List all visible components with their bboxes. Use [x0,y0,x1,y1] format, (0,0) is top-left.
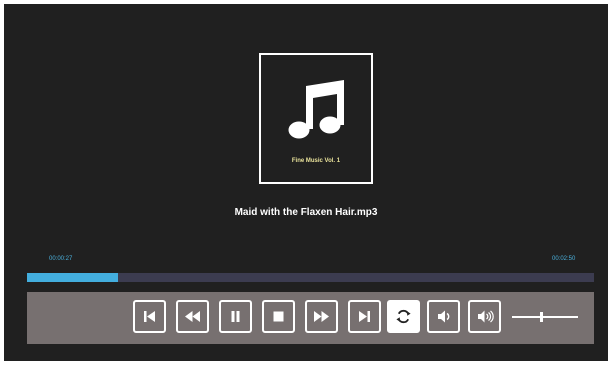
controls-bar [27,292,594,344]
rewind-icon [185,311,200,322]
volume-down-button[interactable] [427,300,460,333]
rewind-button[interactable] [176,300,209,333]
repeat-icon [396,309,411,324]
volume-up-button[interactable] [468,300,501,333]
volume-slider[interactable] [512,308,578,326]
time-total: 00:02:50 [552,256,576,262]
progress-bar[interactable] [27,273,594,282]
stop-button[interactable] [262,300,295,333]
pause-button[interactable] [219,300,252,333]
album-title: Fine Music Vol. 1 [291,158,341,164]
album-art: Fine Music Vol. 1 [259,53,373,184]
track-title: Maid with the Flaxen Hair.mp3 [234,207,378,218]
progress-fill [27,273,118,282]
volume-track [512,316,578,318]
pause-icon [231,311,240,322]
skip-previous-button[interactable] [133,300,166,333]
time-elapsed: 00:00:27 [49,256,73,262]
music-player: Fine Music Vol. 1 Maid with the Flaxen H… [4,4,608,361]
skip-next-button[interactable] [348,300,381,333]
stop-icon [273,311,284,322]
volume-thumb[interactable] [540,312,543,322]
volume-down-icon [438,310,450,323]
skip-previous-icon [144,311,155,322]
fast-forward-button[interactable] [305,300,338,333]
skip-next-icon [359,311,370,322]
volume-up-icon [478,310,494,323]
repeat-button[interactable] [387,300,420,333]
music-note-icon [288,80,344,139]
fast-forward-icon [314,311,329,322]
